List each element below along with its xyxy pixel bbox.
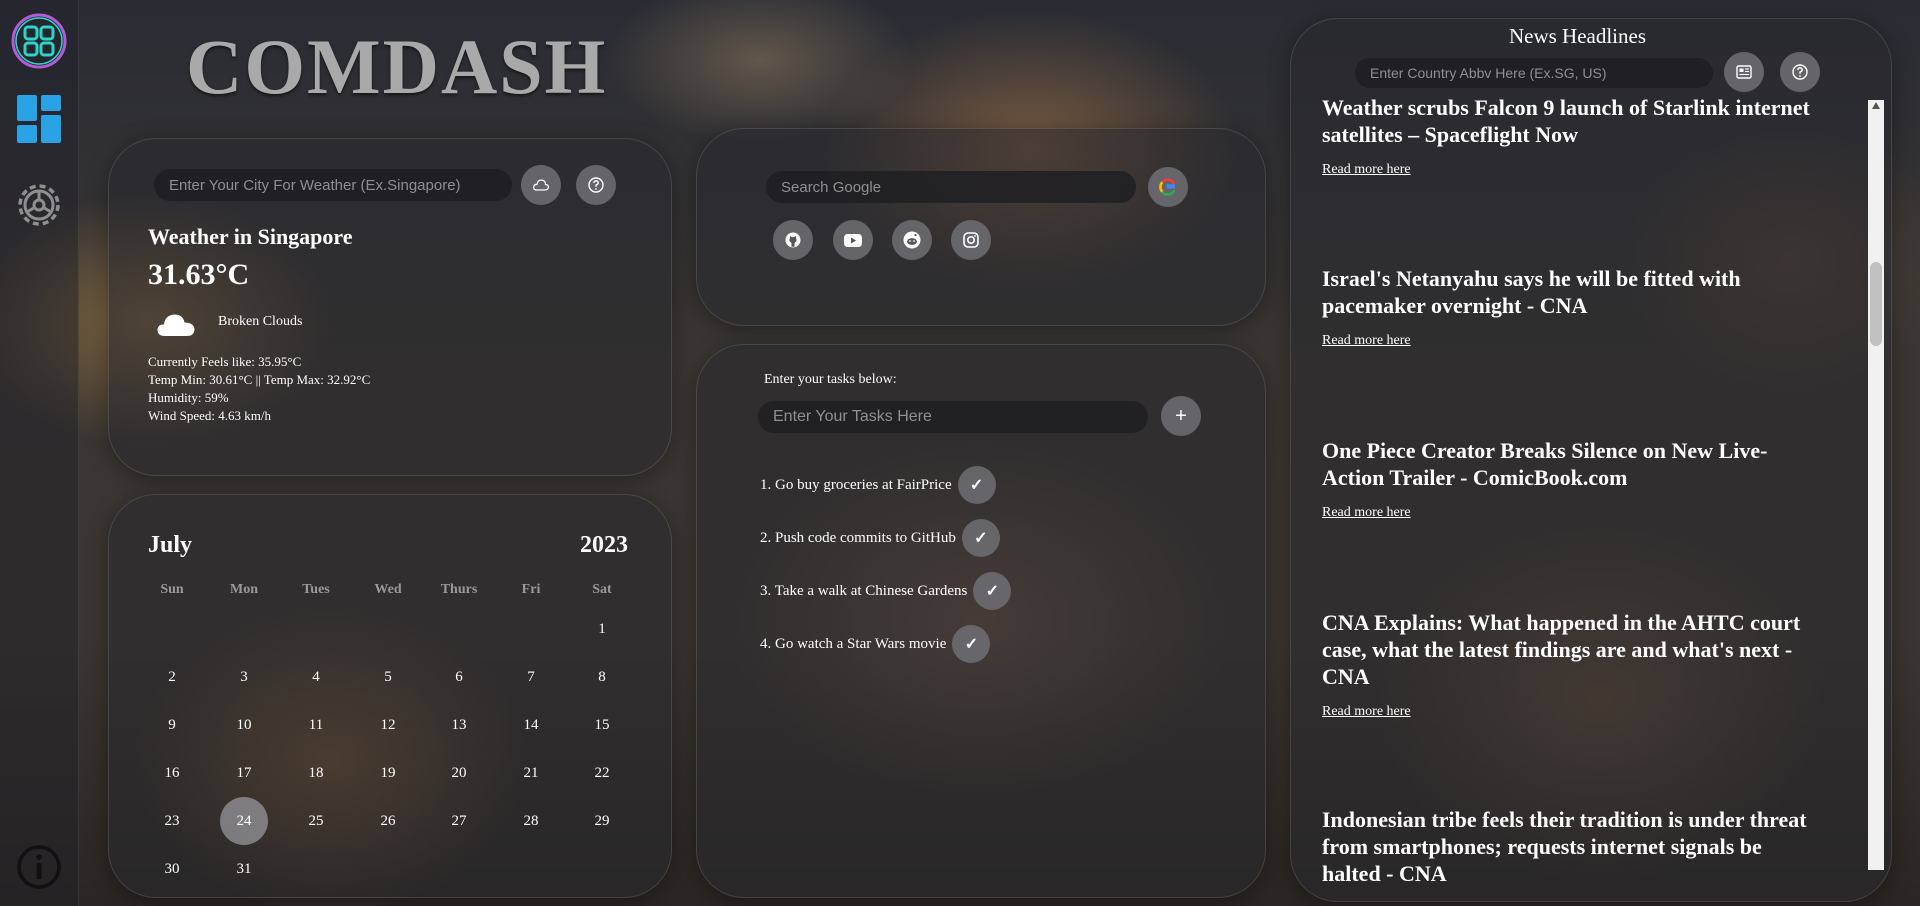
scrollbar-thumb[interactable] [1870,262,1882,346]
news-article: Indonesian tribe feels their tradition i… [1322,806,1812,884]
read-more-link[interactable]: Read more here [1322,333,1411,349]
news-headline: Weather scrubs Falcon 9 launch of Starli… [1322,95,1810,147]
news-headline: One Piece Creator Breaks Silence on New … [1322,438,1768,490]
scroll-up-arrow-icon[interactable] [1872,102,1880,109]
news-headline: Indonesian tribe feels their tradition i… [1322,807,1807,884]
read-more-link[interactable]: Read more here [1322,704,1411,720]
news-article: Weather scrubs Falcon 9 launch of Starli… [1322,94,1812,178]
read-more-link[interactable]: Read more here [1322,505,1411,521]
news-headline: Israel's Netanyahu says he will be fitte… [1322,266,1741,318]
news-list: Weather scrubs Falcon 9 launch of Starli… [0,0,1920,884]
news-headline: CNA Explains: What happened in the AHTC … [1322,610,1801,689]
news-article: One Piece Creator Breaks Silence on New … [1322,437,1812,521]
news-article: Israel's Netanyahu says he will be fitte… [1322,265,1812,349]
news-article: CNA Explains: What happened in the AHTC … [1322,609,1812,720]
news-scrollbar[interactable] [1868,100,1884,870]
read-more-link[interactable]: Read more here [1322,162,1411,178]
